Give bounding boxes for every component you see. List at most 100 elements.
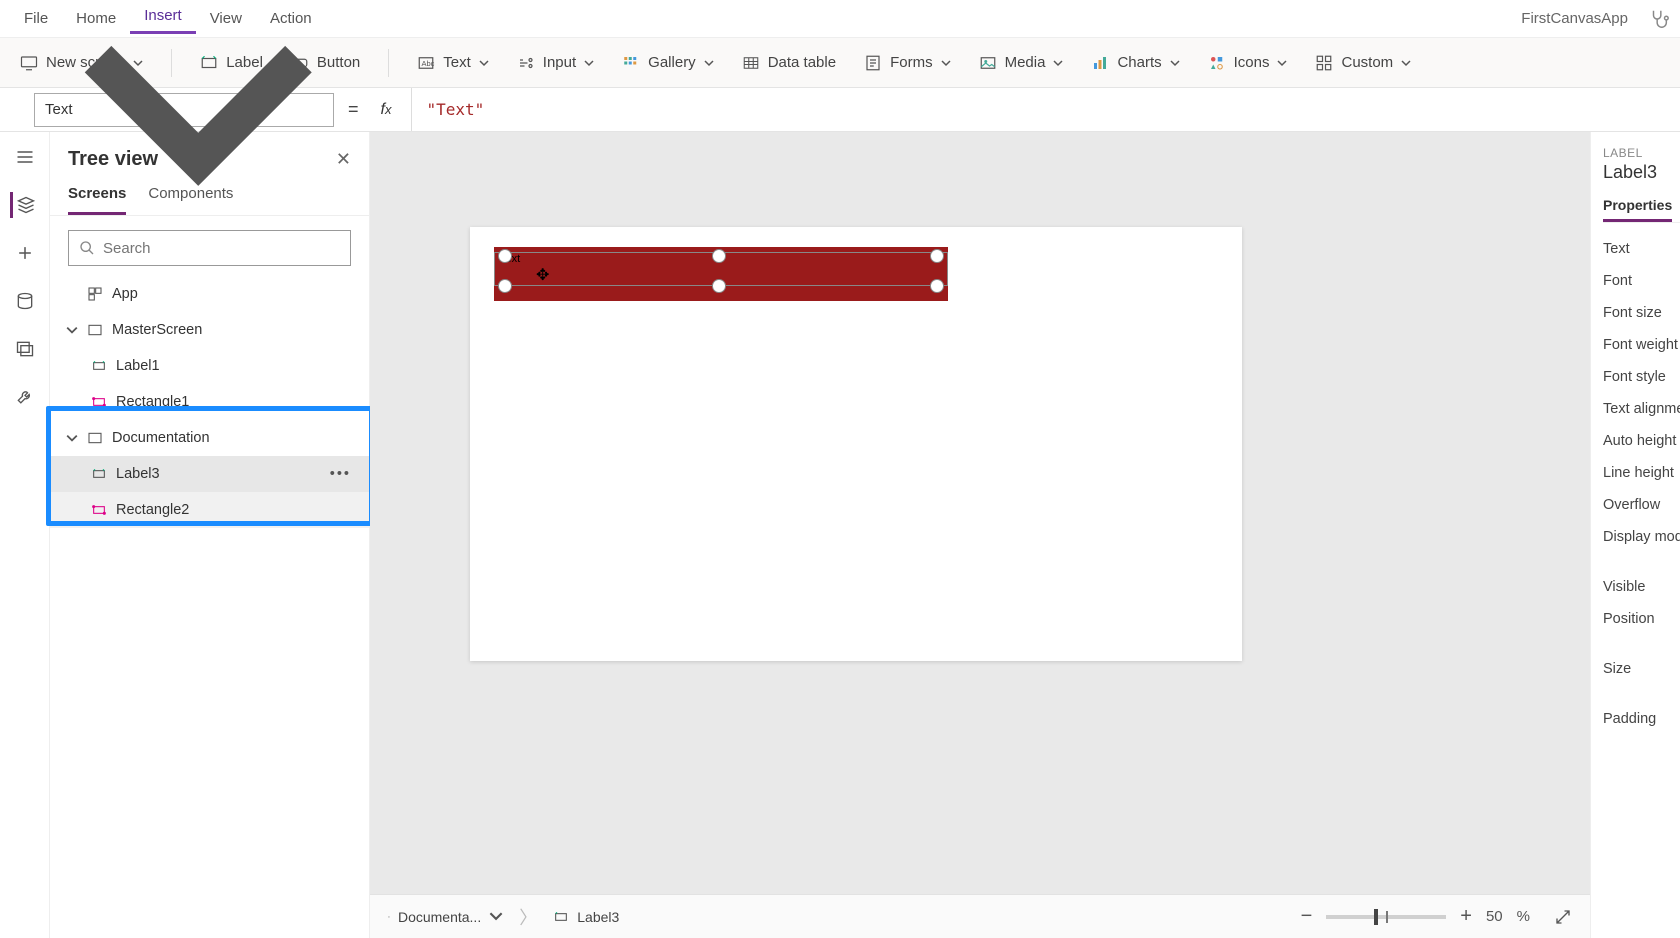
breadcrumb-separator: 〉 [519,904,537,930]
diagnostics-icon[interactable] [1648,8,1670,30]
chevron-down-icon [1170,58,1180,68]
prop-auto-height[interactable]: Auto height [1603,425,1680,457]
insert-media-menu[interactable]: Media [979,54,1064,72]
zoom-out-button[interactable]: − [1301,905,1313,928]
chevron-down-icon [479,58,489,68]
prop-font[interactable]: Font [1603,265,1680,297]
formula-input[interactable]: "Text" [412,100,1680,119]
tree-item-label3[interactable]: Label3 ••• [50,456,369,492]
rectangle-icon [90,394,108,410]
property-selector[interactable]: Text [34,93,334,127]
fit-to-window-button[interactable] [1554,908,1572,926]
custom-icon [1315,54,1333,72]
label-icon [553,909,569,925]
canvas-screen[interactable]: Text ✥ [470,227,1242,661]
tree-screen-masterscreen[interactable]: MasterScreen [50,312,369,348]
datatable-icon [742,54,760,72]
tree-item-label: Label3 [116,466,160,482]
breadcrumb-screen-label: Documenta... [398,909,481,925]
insert-text-menu[interactable]: Abc Text [417,54,489,72]
breadcrumb-control-label: Label3 [577,909,619,925]
menu-file[interactable]: File [10,6,62,31]
tree-app-node[interactable]: App [50,276,369,312]
prop-position[interactable]: Position [1603,603,1680,635]
zoom-slider[interactable] [1326,915,1446,919]
insert-gallery-label: Gallery [648,54,696,71]
prop-text[interactable]: Text [1603,233,1680,265]
tab-screens[interactable]: Screens [68,179,126,215]
insert-custom-menu[interactable]: Custom [1315,54,1411,72]
insert-charts-menu[interactable]: Charts [1091,54,1179,72]
tree-list: App MasterScreen Label1 Rectangle1 Docum… [50,276,369,938]
chevron-down-icon [584,58,594,68]
tree-view-panel: Tree view ✕ Screens Components App Maste… [50,132,370,938]
breadcrumb-control[interactable]: Label3 [553,909,619,925]
canvas-footer: Documenta... 〉 Label3 − + 50 % [370,894,1590,938]
prop-visible[interactable]: Visible [1603,571,1680,603]
search-icon [79,240,95,256]
svg-text:Abc: Abc [422,59,435,68]
prop-font-weight[interactable]: Font weight [1603,329,1680,361]
property-category: LABEL [1603,146,1680,160]
tree-view-title: Tree view [68,148,336,171]
tree-item-label: Rectangle2 [116,502,189,518]
properties-tab[interactable]: Properties [1603,197,1672,222]
tree-item-label: Documentation [112,430,210,446]
insert-icons-label: Icons [1234,54,1270,71]
formula-bar: Text = fx "Text" [0,88,1680,132]
prop-display-mode[interactable]: Display mode [1603,521,1680,553]
insert-forms-menu[interactable]: Forms [864,54,951,72]
insert-input-label: Input [543,54,576,71]
property-selector-value: Text [45,101,73,118]
hamburger-button[interactable] [12,144,38,170]
insert-charts-label: Charts [1117,54,1161,71]
move-cursor-icon: ✥ [536,265,549,285]
tree-item-rectangle1[interactable]: Rectangle1 [50,384,369,420]
insert-icons-menu[interactable]: Icons [1208,54,1288,72]
tree-item-label: Rectangle1 [116,394,189,410]
tree-screen-documentation[interactable]: Documentation [50,420,369,456]
input-icon [517,54,535,72]
app-icon [86,286,104,302]
search-field[interactable] [103,240,340,257]
zoom-in-button[interactable]: + [1460,905,1472,928]
chevron-down-icon [704,58,714,68]
insert-datatable-label: Data table [768,54,836,71]
breadcrumb-screen[interactable]: Documenta... [388,909,503,925]
prop-font-style[interactable]: Font style [1603,361,1680,393]
app-name: FirstCanvasApp [1521,10,1628,27]
screen-icon [20,54,38,72]
prop-size[interactable]: Size [1603,653,1680,685]
prop-overflow[interactable]: Overflow [1603,489,1680,521]
insert-datatable-button[interactable]: Data table [742,54,836,72]
data-pane-button[interactable] [12,288,38,314]
prop-padding[interactable]: Padding [1603,703,1680,735]
forms-icon [864,54,882,72]
tree-app-label: App [112,286,138,302]
search-input[interactable] [68,230,351,266]
insert-gallery-menu[interactable]: Gallery [622,54,714,72]
tab-components[interactable]: Components [148,179,233,215]
tree-item-rectangle2[interactable]: Rectangle2 [50,492,369,528]
property-control-name: Label3 [1603,162,1680,183]
more-options-button[interactable]: ••• [330,466,351,482]
tree-item-label: Label1 [116,358,160,374]
insert-input-menu[interactable]: Input [517,54,594,72]
screen-icon [86,430,104,446]
insert-custom-label: Custom [1341,54,1393,71]
icons-icon [1208,54,1226,72]
canvas-label3[interactable]: Text ✥ [494,247,948,301]
tree-item-label1[interactable]: Label1 [50,348,369,384]
insert-pane-button[interactable] [12,240,38,266]
prop-line-height[interactable]: Line height [1603,457,1680,489]
tools-pane-button[interactable] [12,384,38,410]
rectangle-icon [90,502,108,518]
media-pane-button[interactable] [12,336,38,362]
fx-button[interactable]: fx [373,88,413,131]
tree-view-button[interactable] [10,192,36,218]
close-icon[interactable]: ✕ [336,149,351,170]
prop-font-size[interactable]: Font size [1603,297,1680,329]
chevron-down-icon [66,432,78,444]
tree-item-label: MasterScreen [112,322,202,338]
prop-text-align[interactable]: Text alignment [1603,393,1680,425]
